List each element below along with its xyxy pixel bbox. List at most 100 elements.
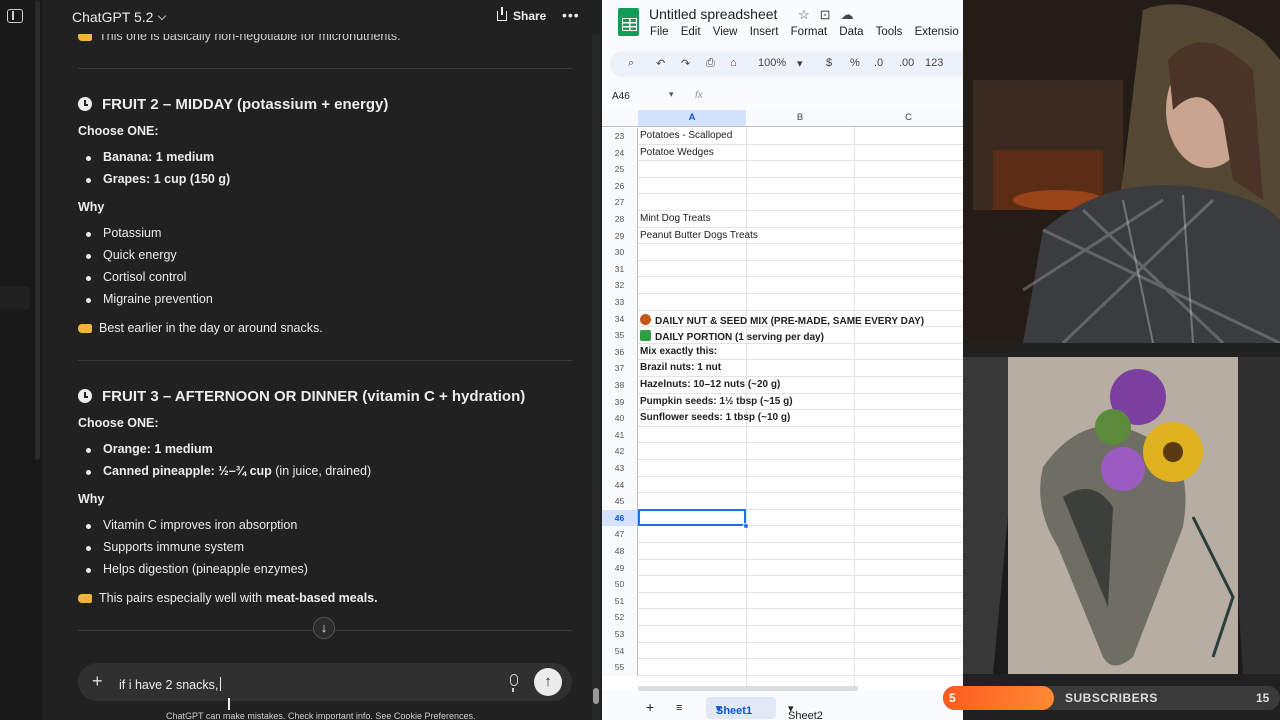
sheet-row[interactable]: 25 — [602, 161, 963, 178]
sheet-row[interactable]: 50 — [602, 576, 963, 593]
percent-format-button[interactable]: % — [850, 57, 860, 69]
sheet-row[interactable]: 29 Peanut Butter Dogs Treats — [602, 227, 963, 245]
sheet-row[interactable]: 26 — [602, 177, 963, 195]
row-number[interactable]: 44 — [602, 476, 638, 494]
sheet-row[interactable]: 55 — [602, 659, 963, 676]
sheet-row[interactable]: 48 — [602, 543, 963, 560]
menu-tools[interactable]: Tools — [876, 26, 903, 38]
row-number[interactable]: 42 — [602, 443, 638, 460]
menu-file[interactable]: File — [650, 26, 669, 38]
menu-data[interactable]: Data — [839, 26, 863, 38]
cell-a[interactable]: Sunflower seeds: 1 tbsp (~10 g) — [640, 412, 790, 423]
sheet-row[interactable]: 47 — [602, 526, 963, 543]
sheet-row[interactable]: 44 — [602, 476, 963, 494]
menu-insert[interactable]: Insert — [750, 26, 779, 38]
row-number[interactable]: 40 — [602, 410, 638, 427]
cell-a[interactable]: Potatoe Wedges — [640, 147, 714, 158]
prompt-composer[interactable]: + if i have 2 snacks, ↑ — [78, 663, 572, 701]
sheet-row[interactable]: 49 — [602, 559, 963, 577]
sheet-row[interactable]: 52 — [602, 609, 963, 626]
row-number[interactable]: 31 — [602, 260, 638, 278]
microphone-icon[interactable] — [510, 674, 518, 692]
name-box[interactable]: A46 — [612, 91, 630, 102]
column-header-a[interactable]: A — [638, 110, 746, 126]
cell-a[interactable]: Potatoes - Scalloped — [640, 130, 732, 141]
move-folder-icon[interactable]: ⊡ — [820, 7, 841, 22]
sheet-row[interactable]: 32 — [602, 277, 963, 294]
model-selector[interactable]: ChatGPT 5.2 — [72, 9, 167, 25]
row-number[interactable]: 25 — [602, 161, 638, 178]
row-number[interactable]: 29 — [602, 227, 638, 245]
menu-view[interactable]: View — [713, 26, 738, 38]
chevron-down-icon[interactable]: ▾ — [797, 57, 803, 70]
sidebar-collapsed-item[interactable] — [0, 286, 30, 310]
row-number[interactable]: 27 — [602, 194, 638, 211]
row-number[interactable]: 38 — [602, 377, 638, 394]
row-number[interactable]: 53 — [602, 626, 638, 643]
cloud-status-icon[interactable]: ☁ — [841, 7, 864, 22]
row-number[interactable]: 39 — [602, 393, 638, 411]
paint-format-icon[interactable]: ⌂ — [730, 57, 737, 69]
cell-a[interactable]: Hazelnuts: 10–12 nuts (~20 g) — [640, 379, 780, 390]
cell-a[interactable]: Pumpkin seeds: 1½ tbsp (~15 g) — [640, 396, 793, 407]
sidebar-scrollbar[interactable] — [35, 0, 40, 460]
zoom-select[interactable]: 100% — [758, 57, 786, 69]
tab-sheet1[interactable]: Sheet1 ▾ — [706, 697, 776, 719]
row-number[interactable]: 36 — [602, 343, 638, 361]
more-formats-button[interactable]: 123 — [925, 57, 943, 69]
row-number[interactable]: 35 — [602, 327, 638, 344]
row-number[interactable]: 55 — [602, 659, 638, 676]
chat-scrollbar[interactable] — [592, 0, 600, 720]
sheet-grid[interactable]: A B C 23 Potatoes - Scalloped 24 Potatoe We… — [602, 110, 963, 690]
sheet-row[interactable]: 23 Potatoes - Scalloped — [602, 128, 963, 145]
row-number[interactable]: 54 — [602, 642, 638, 660]
cell-a[interactable]: Mint Dog Treats — [640, 213, 711, 224]
tab-sheet2[interactable]: Sheet2 ▾ — [788, 702, 823, 720]
row-number[interactable]: 41 — [602, 426, 638, 444]
sheet-row[interactable]: 42 — [602, 443, 963, 460]
star-icon[interactable]: ☆ — [798, 7, 820, 22]
sheet-row[interactable]: 34 DAILY NUT & SEED MIX (PRE-MADE, SAME E… — [602, 310, 963, 328]
sheet-row[interactable]: 37 Brazil nuts: 1 nut — [602, 360, 963, 377]
row-number[interactable]: 28 — [602, 211, 638, 228]
menu-format[interactable]: Format — [791, 26, 827, 38]
sheet-row[interactable]: 27 — [602, 194, 963, 211]
sheet-row[interactable]: 45 — [602, 493, 963, 510]
sheet-row[interactable]: 31 — [602, 260, 963, 278]
document-title[interactable]: Untitled spreadsheet — [649, 6, 777, 22]
sheet-row[interactable]: 33 — [602, 294, 963, 311]
sheet-row[interactable]: 39 Pumpkin seeds: 1½ tbsp (~15 g) — [602, 393, 963, 411]
menu-edit[interactable]: Edit — [681, 26, 701, 38]
currency-format-button[interactable]: $ — [826, 57, 832, 69]
row-number[interactable]: 23 — [602, 128, 638, 145]
sheet-row[interactable]: 38 Hazelnuts: 10–12 nuts (~20 g) — [602, 377, 963, 394]
sheet-row[interactable]: 24 Potatoe Wedges — [602, 144, 963, 162]
sheet-row[interactable]: 36 Mix exactly this: — [602, 343, 963, 361]
add-sheet-icon[interactable]: + — [646, 699, 654, 715]
all-sheets-icon[interactable]: ≡ — [676, 702, 682, 714]
row-number[interactable]: 32 — [602, 277, 638, 294]
cell-a[interactable]: DAILY PORTION (1 serving per day) — [640, 329, 824, 343]
cell-a[interactable]: Peanut Butter Dogs Treats — [640, 230, 758, 241]
attach-plus-icon[interactable]: + — [92, 671, 103, 692]
print-icon[interactable]: ⎙ — [706, 57, 715, 70]
sheet-row[interactable]: 35 DAILY PORTION (1 serving per day) — [602, 327, 963, 344]
row-number[interactable]: 43 — [602, 460, 638, 477]
redo-icon[interactable]: ↷ — [681, 57, 690, 70]
column-header-b[interactable]: B — [746, 112, 854, 123]
row-number[interactable]: 34 — [602, 310, 638, 328]
cell-a[interactable]: DAILY NUT & SEED MIX (PRE-MADE, SAME EVE… — [640, 313, 924, 327]
sheet-row[interactable]: 54 — [602, 642, 963, 660]
more-options-icon[interactable]: ••• — [562, 7, 580, 23]
row-number[interactable]: 47 — [602, 526, 638, 543]
row-number[interactable]: 37 — [602, 360, 638, 377]
increase-decimal-button[interactable]: .00 — [899, 57, 914, 69]
row-number[interactable]: 26 — [602, 177, 638, 195]
sheet-row[interactable]: 30 — [602, 244, 963, 261]
undo-icon[interactable]: ↶ — [656, 57, 665, 70]
row-number[interactable]: 24 — [602, 144, 638, 162]
menu-extensions[interactable]: Extensio — [915, 26, 959, 38]
sheet-row[interactable]: 43 — [602, 460, 963, 477]
row-number[interactable]: 51 — [602, 592, 638, 610]
row-number[interactable]: 49 — [602, 559, 638, 577]
